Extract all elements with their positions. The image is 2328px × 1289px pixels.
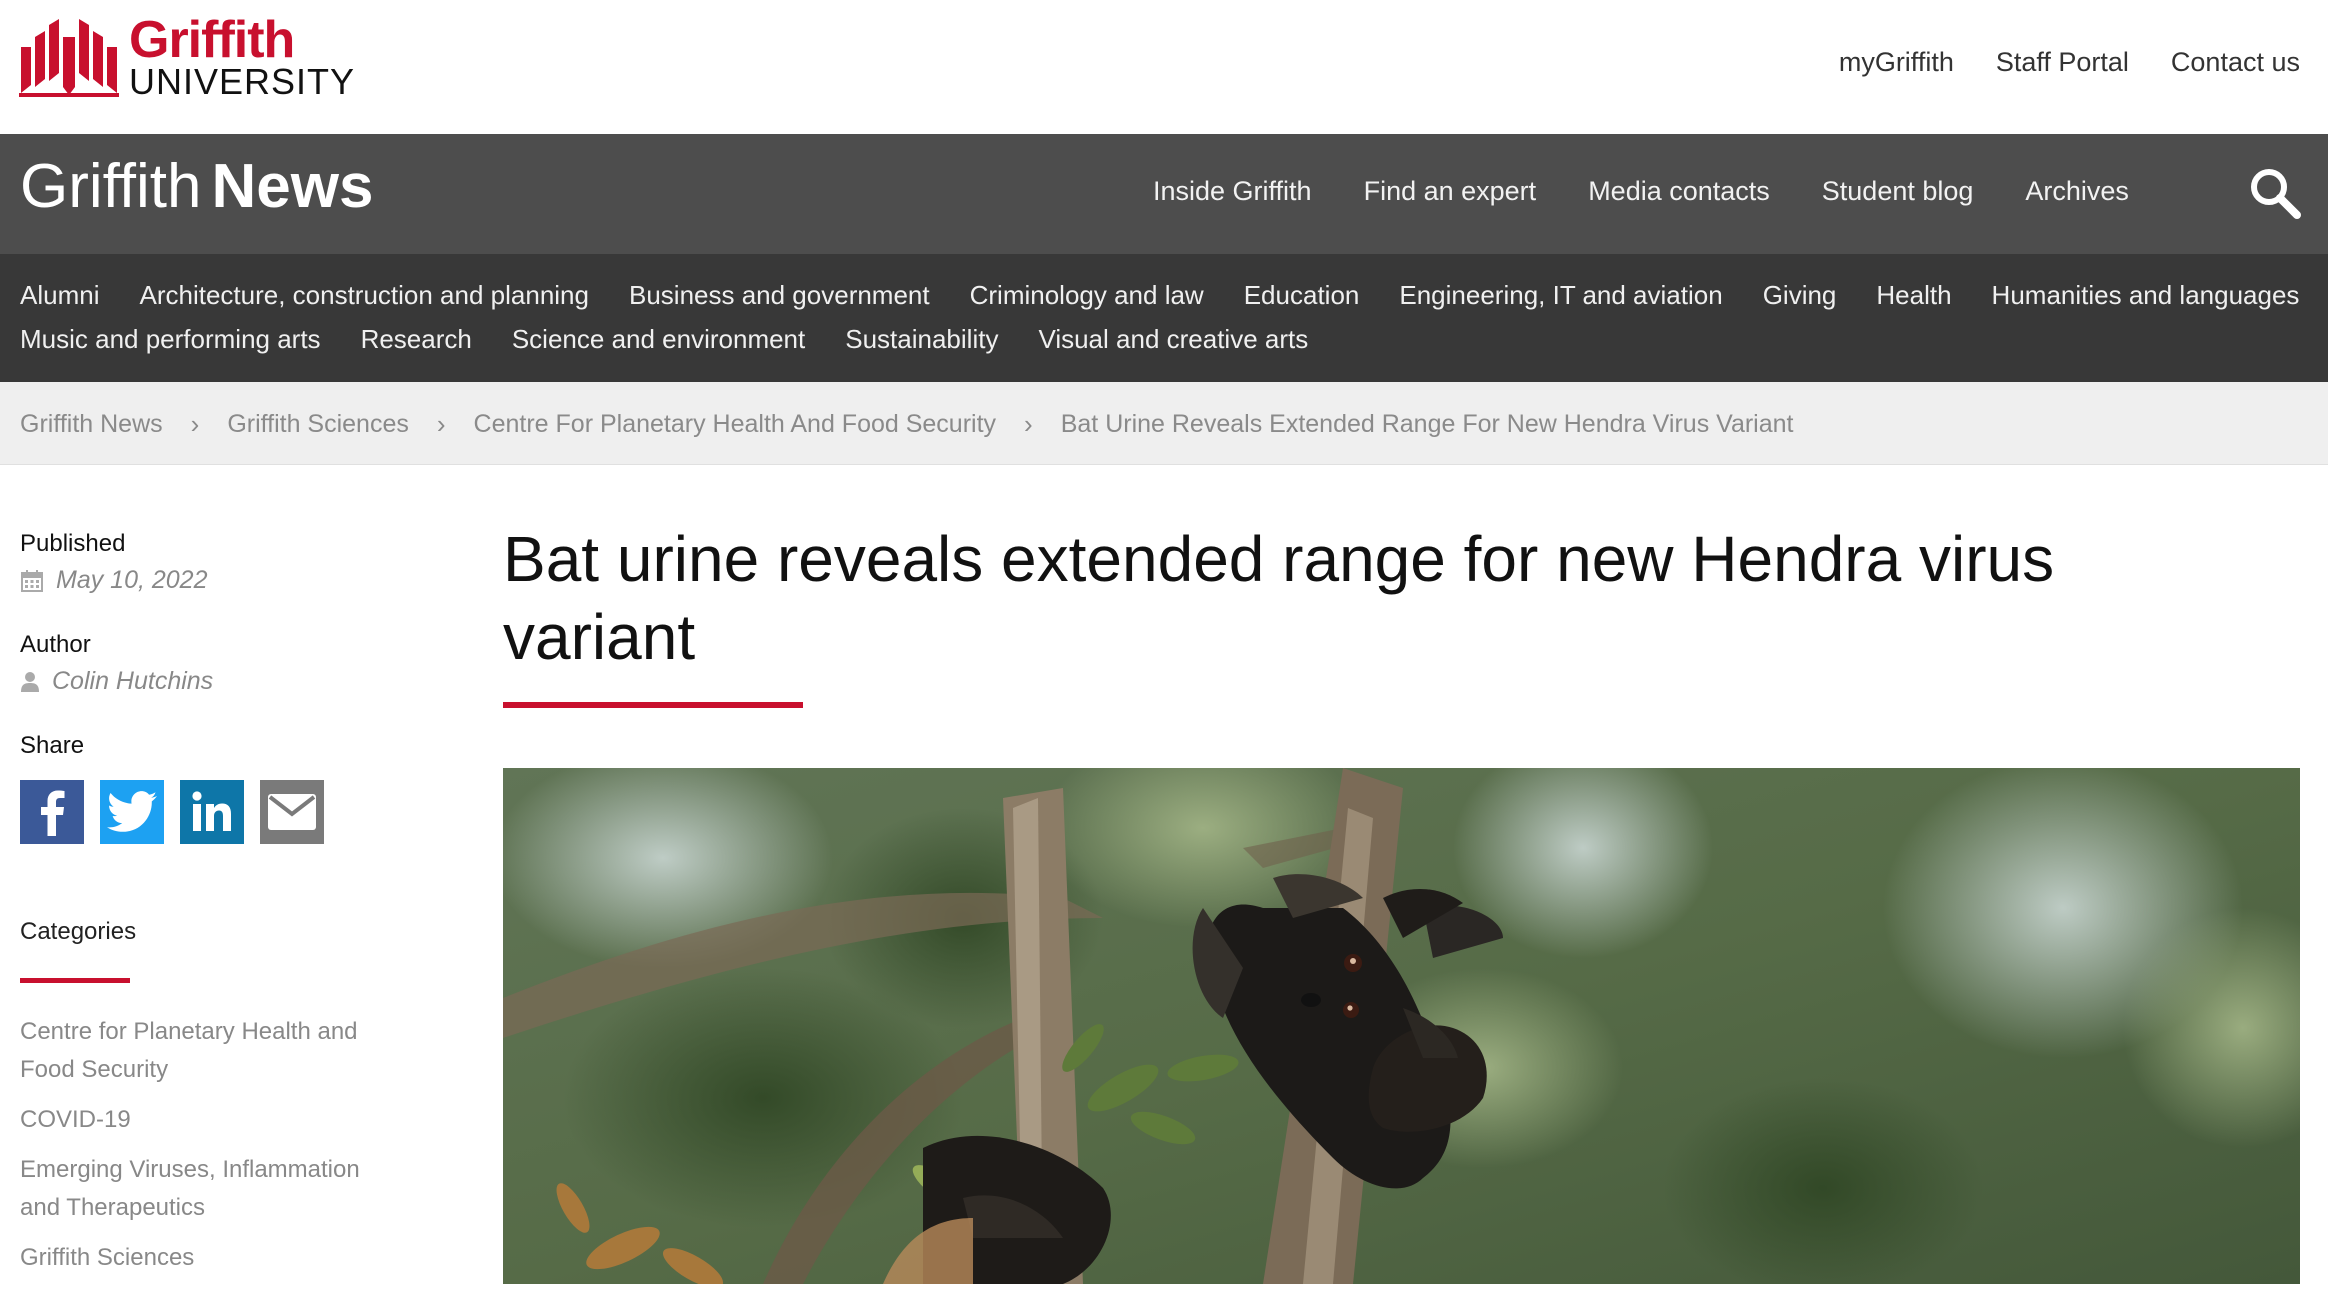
nav-media-contacts[interactable]: Media contacts [1588,176,1770,207]
title-divider [503,702,803,708]
category-link[interactable]: Alumni [20,280,99,311]
sidebar-category-link[interactable]: Emerging Viruses, Inflammation and Thera… [20,1151,360,1227]
nav-archives[interactable]: Archives [2025,176,2129,207]
news-header-bar: Griffith News Inside Griffith Find an exp… [0,134,2328,254]
category-nav-row-1: Alumni Architecture, construction and pl… [20,280,2299,311]
griffith-logo-icon [19,19,119,97]
share-buttons [20,780,380,844]
user-icon [21,671,39,692]
author-block: Author Colin Hutchins [20,631,380,696]
category-link[interactable]: Research [361,324,472,355]
category-link[interactable]: Humanities and languages [1992,280,2300,311]
categories-heading: Categories [20,918,137,945]
calendar-icon [21,569,43,592]
article-main: Bat urine reveals extended range for new… [503,520,2303,708]
breadcrumb-link-griffith-sciences[interactable]: Griffith Sciences [227,410,409,439]
category-nav: Alumni Architecture, construction and pl… [0,254,2328,382]
chevron-right-icon: › [1024,409,1033,439]
category-link[interactable]: Health [1876,280,1951,311]
linkedin-icon [192,791,231,831]
util-link-staff-portal[interactable]: Staff Portal [1996,47,2129,78]
top-header: Griffith UNIVERSITY myGriffith Staff Por… [0,0,2328,134]
util-link-mygriffith[interactable]: myGriffith [1839,47,1954,78]
author-row: Colin Hutchins [20,667,380,696]
nav-student-blog[interactable]: Student blog [1822,176,1974,207]
share-twitter-button[interactable] [100,780,164,844]
bat-photo [503,768,2300,1284]
nav-inside-griffith[interactable]: Inside Griffith [1153,176,1312,207]
chevron-right-icon: › [190,409,200,439]
site-title-bold: News [211,152,374,221]
category-nav-row-2: Music and performing arts Research Scien… [20,324,1308,355]
category-link[interactable]: Engineering, IT and aviation [1399,280,1722,311]
share-block: Share [20,732,380,844]
search-button[interactable] [2248,166,2302,220]
category-link[interactable]: Business and government [629,280,930,311]
article-title: Bat urine reveals extended range for new… [503,523,2055,673]
breadcrumb: Griffith News › Griffith Sciences › Cent… [0,382,2328,465]
logo-subtitle: UNIVERSITY [129,61,356,102]
logo-wordmark: Griffith UNIVERSITY [129,14,355,100]
share-linkedin-button[interactable] [180,780,244,844]
site-title-light: Griffith [20,152,202,221]
main-nav: Inside Griffith Find an expert Media con… [1153,176,2129,207]
category-link[interactable]: Education [1244,280,1360,311]
category-link[interactable]: Science and environment [512,324,805,355]
published-date: May 10, 2022 [56,566,208,594]
category-link[interactable]: Sustainability [845,324,998,355]
category-link[interactable]: Giving [1763,280,1837,311]
util-link-contact-us[interactable]: Contact us [2171,47,2300,78]
share-label: Share [20,732,85,759]
facebook-icon [41,790,65,836]
category-link[interactable]: Criminology and law [970,280,1204,311]
article-hero-image [503,768,2300,1284]
published-date-row: May 10, 2022 [20,566,380,595]
category-list: Centre for Planetary Health and Food Sec… [20,1013,380,1277]
author-label: Author [20,631,91,658]
twitter-icon [107,791,157,832]
breadcrumb-link-griffith-news[interactable]: Griffith News [20,410,163,439]
categories-divider [20,978,130,983]
category-link[interactable]: Architecture, construction and planning [139,280,589,311]
category-link[interactable]: Music and performing arts [20,324,321,355]
sidebar-category-link[interactable]: Griffith Sciences [20,1239,360,1277]
published-label: Published [20,530,126,557]
griffith-logo[interactable]: Griffith UNIVERSITY [19,14,355,100]
breadcrumb-current: Bat Urine Reveals Extended Range For New… [1060,410,1794,438]
article-sidebar: Published May 10, 2022 Author Colin Hutc… [20,530,380,1289]
email-icon [268,794,316,830]
author-name[interactable]: Colin Hutchins [52,667,213,696]
utility-nav: myGriffith Staff Portal Contact us [1839,47,2300,78]
sidebar-category-link[interactable]: Centre for Planetary Health and Food Sec… [20,1013,360,1089]
chevron-right-icon: › [436,409,446,439]
breadcrumb-link-centre[interactable]: Centre For Planetary Health And Food Sec… [474,410,997,439]
nav-find-an-expert[interactable]: Find an expert [1364,176,1537,207]
category-link[interactable]: Visual and creative arts [1038,324,1308,355]
published-block: Published May 10, 2022 [20,530,380,595]
search-icon [2251,169,2301,219]
logo-name: Griffith [129,11,295,69]
share-email-button[interactable] [260,780,324,844]
site-title[interactable]: Griffith News [20,156,373,218]
share-facebook-button[interactable] [20,780,84,844]
sidebar-category-link[interactable]: COVID-19 [20,1101,360,1139]
breadcrumb-trail: Griffith News › Griffith Sciences › Cent… [20,409,1794,440]
